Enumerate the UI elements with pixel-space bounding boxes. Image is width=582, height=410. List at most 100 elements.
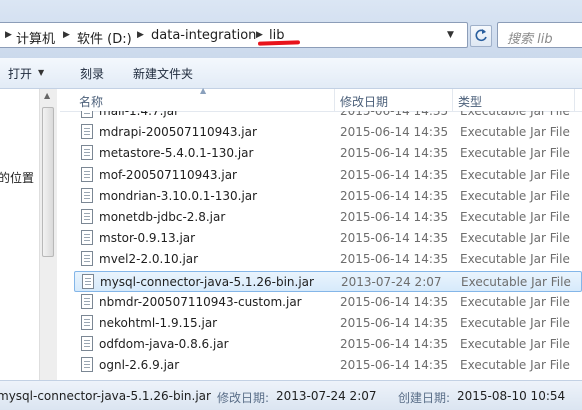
jar-file-icon xyxy=(81,293,93,309)
file-modified: 2015-06-14 14:35 xyxy=(340,316,449,330)
file-modified: 2015-06-14 14:35 xyxy=(340,294,449,309)
status-modified-label: 修改日期: xyxy=(217,391,270,405)
address-bar-area: ▶ 计算机 ▶ 软件 (D:) ▶ data-integration ▶ lib… xyxy=(0,0,582,58)
file-name: mysql-connector-java-5.1.26-bin.jar xyxy=(100,274,314,289)
burn-button[interactable]: 刻录 xyxy=(80,65,104,82)
file-row[interactable]: mstor-0.9.13.jar 2015-06-14 14:35 Executab… xyxy=(74,228,582,249)
jar-file-icon xyxy=(81,145,93,161)
sort-ascending-icon: ▲ xyxy=(200,86,207,95)
jar-file-icon xyxy=(81,357,93,373)
file-name: odfdom-java-0.8.6.jar xyxy=(99,337,229,352)
nav-scrollbar[interactable]: ▲ xyxy=(39,89,57,380)
command-bar: 打开 ▼ 刻录 新建文件夹 xyxy=(0,58,582,89)
status-modified-value: 2013-07-24 2:07 xyxy=(276,389,377,403)
file-modified: 2013-07-24 2:07 xyxy=(341,274,442,289)
chevron-right-icon[interactable]: ▶ xyxy=(256,30,263,40)
file-modified: 2015-06-14 14:35 xyxy=(340,210,449,224)
column-divider[interactable] xyxy=(334,89,335,111)
jar-file-icon xyxy=(81,230,93,246)
file-name: monetdb-jdbc-2.8.jar xyxy=(99,210,226,224)
file-modified: 2015-06-14 14:35 xyxy=(340,167,449,182)
file-row[interactable]: metastore-5.4.0.1-130.jar 2015-06-14 14:3… xyxy=(74,143,582,164)
status-created-label: 创建日期: xyxy=(398,391,451,405)
file-row[interactable]: ognl-2.6.9.jar 2015-06-14 14:35 Executable… xyxy=(74,355,582,376)
column-header-type[interactable]: 类型 xyxy=(458,93,482,110)
file-modified: 2015-06-14 14:35 xyxy=(340,337,449,352)
file-modified: 2015-06-14 14:35 xyxy=(340,231,449,246)
jar-file-icon xyxy=(81,111,93,118)
file-modified: 2015-06-14 14:35 xyxy=(340,188,449,203)
file-name: ognl-2.6.9.jar xyxy=(99,358,180,373)
nav-item-locations[interactable]: 的位置 xyxy=(0,169,34,186)
file-type: Executable Jar File xyxy=(460,294,570,309)
file-list: mail-1.4.7.jar 2015-06-14 14:35 Executable… xyxy=(60,111,582,380)
file-name: mondrian-3.10.0.1-130.jar xyxy=(99,188,258,203)
column-header-row: ▲ 名称 修改日期 类型 xyxy=(60,86,582,112)
file-row[interactable]: nekohtml-1.9.15.jar 2015-06-14 14:35 Execu… xyxy=(74,313,582,334)
file-type: Executable Jar File xyxy=(460,358,570,373)
file-type: Executable Jar File xyxy=(460,188,570,203)
column-header-modified[interactable]: 修改日期 xyxy=(340,93,388,110)
breadcrumb-drive-d[interactable]: 软件 (D:) xyxy=(77,28,132,47)
address-history-dropdown-icon[interactable]: ▼ xyxy=(447,30,454,40)
search-placeholder: 搜索 lib xyxy=(507,32,553,47)
file-type: Executable Jar File xyxy=(460,146,570,161)
chevron-right-icon[interactable]: ▶ xyxy=(137,30,144,40)
file-modified: 2015-06-14 14:35 xyxy=(340,252,449,267)
file-row[interactable]: mdrapi-200507110943.jar 2015-06-14 14:35 E… xyxy=(74,122,582,143)
jar-file-icon xyxy=(81,251,93,267)
file-type: Executable Jar File xyxy=(460,210,570,224)
file-list-pane: ▲ 名称 修改日期 类型 mail-1.4.7.jar 2015-06-14 14… xyxy=(60,86,582,390)
status-file-name: mysql-connector-java-5.1.26-bin.jar xyxy=(0,389,211,403)
file-name: mvel2-2.0.10.jar xyxy=(99,252,199,267)
file-name: mof-200507110943.jar xyxy=(99,167,237,182)
scroll-up-icon[interactable]: ▲ xyxy=(44,91,50,100)
file-type: Executable Jar File xyxy=(460,252,570,267)
file-type: Executable Jar File xyxy=(460,337,570,352)
jar-file-icon xyxy=(81,315,93,330)
column-header-name[interactable]: 名称 xyxy=(79,93,103,110)
file-row[interactable]: mvel2-2.0.10.jar 2015-06-14 14:35 Executab… xyxy=(74,249,582,270)
breadcrumb-computer[interactable]: 计算机 xyxy=(16,28,55,47)
file-name: mstor-0.9.13.jar xyxy=(99,231,196,246)
file-type: Executable Jar File xyxy=(461,274,571,289)
jar-file-icon xyxy=(82,273,94,289)
file-row[interactable]: mof-200507110943.jar 2015-06-14 14:35 Exec… xyxy=(74,165,582,186)
chevron-right-icon[interactable]: ▶ xyxy=(63,30,70,40)
file-row[interactable]: nbmdr-200507110943-custom.jar 2015-06-14 … xyxy=(74,292,582,313)
column-divider[interactable] xyxy=(574,89,575,111)
file-modified: 2015-06-14 14:35 xyxy=(340,358,449,373)
file-row[interactable]: mondrian-3.10.0.1-130.jar 2015-06-14 14:3… xyxy=(74,186,582,207)
file-name: metastore-5.4.0.1-130.jar xyxy=(99,146,254,161)
file-row[interactable]: odfdom-java-0.8.6.jar 2015-06-14 14:35 Exe… xyxy=(74,334,582,355)
jar-file-icon xyxy=(81,336,93,352)
column-divider[interactable] xyxy=(452,89,453,111)
file-type: Executable Jar File xyxy=(460,316,570,330)
file-row[interactable]: mysql-connector-java-5.1.26-bin.jar 2013-… xyxy=(74,270,582,292)
file-type: Executable Jar File xyxy=(460,125,570,140)
jar-file-icon xyxy=(81,166,93,182)
file-name: nekohtml-1.9.15.jar xyxy=(99,316,218,330)
search-input[interactable]: 搜索 lib xyxy=(497,22,582,48)
details-bar: mysql-connector-java-5.1.26-bin.jar 修改日期… xyxy=(0,380,582,410)
refresh-icon xyxy=(475,29,487,42)
file-modified: 2015-06-14 14:35 xyxy=(340,125,449,140)
address-bar[interactable]: ▶ 计算机 ▶ 软件 (D:) ▶ data-integration ▶ lib… xyxy=(0,22,468,48)
file-name: mdrapi-200507110943.jar xyxy=(99,125,257,140)
file-row[interactable]: monetdb-jdbc-2.8.jar 2015-06-14 14:35 Exec… xyxy=(74,207,582,228)
new-folder-button[interactable]: 新建文件夹 xyxy=(133,65,193,82)
file-name: mail-1.4.7.jar xyxy=(99,111,180,118)
open-button[interactable]: 打开 xyxy=(8,65,32,82)
jar-file-icon xyxy=(81,187,93,203)
file-name: nbmdr-200507110943-custom.jar xyxy=(99,294,302,309)
file-row[interactable]: mail-1.4.7.jar 2015-06-14 14:35 Executable… xyxy=(74,111,582,122)
breadcrumb-data-integration[interactable]: data-integration xyxy=(151,28,256,43)
jar-file-icon xyxy=(81,124,93,140)
refresh-button[interactable] xyxy=(470,25,492,47)
file-type: Executable Jar File xyxy=(460,167,570,182)
open-dropdown-icon[interactable]: ▼ xyxy=(38,68,44,77)
jar-file-icon xyxy=(81,209,93,224)
chevron-right-icon[interactable]: ▶ xyxy=(5,30,12,40)
nav-scrollbar-thumb[interactable] xyxy=(42,107,54,257)
status-created-value: 2015-08-10 10:54 xyxy=(457,389,566,403)
